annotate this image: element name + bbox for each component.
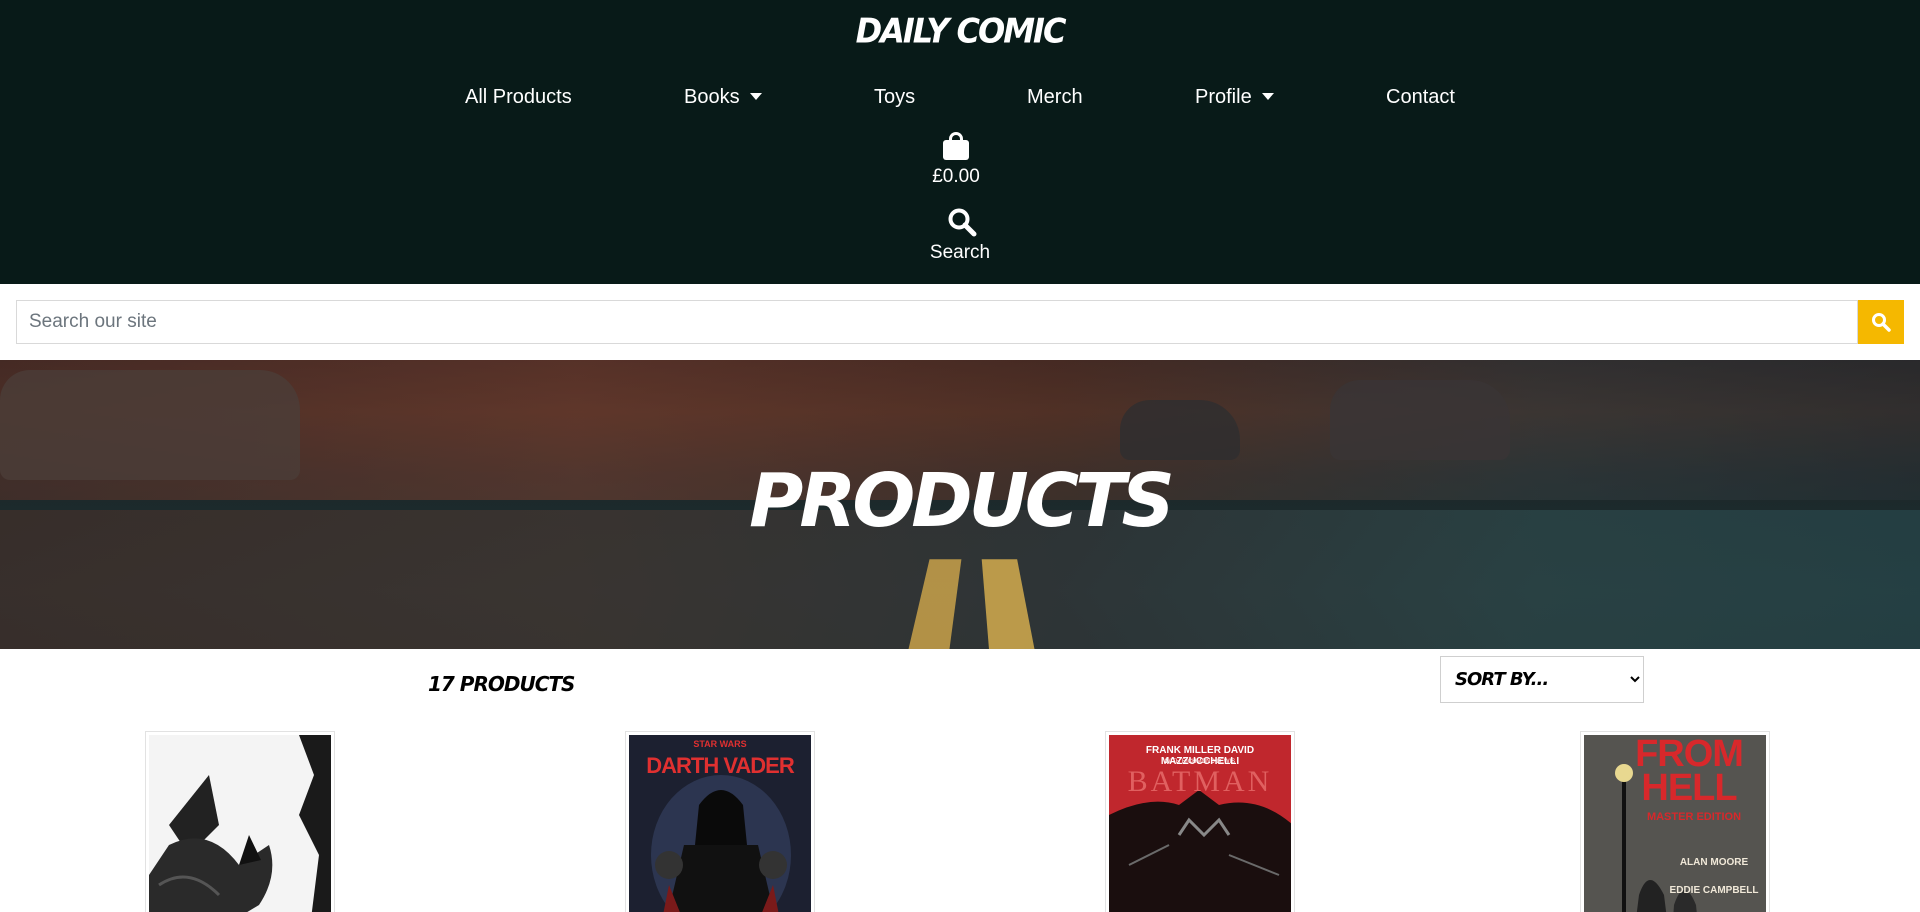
sort-select[interactable]: SORT BY...: [1440, 656, 1644, 703]
product-image[interactable]: [149, 735, 331, 912]
nav-item-toys[interactable]: Toys: [874, 86, 915, 109]
product-image[interactable]: FRANK MILLER DAVID MAZZUCCHELLI WITH RIC…: [1109, 735, 1291, 912]
cover-text-main: ALAN MOORE: [1679, 857, 1749, 868]
cover-text-extra: EDDIE CAMPBELL: [1669, 885, 1759, 896]
nav-item-merch[interactable]: Merch: [1027, 86, 1083, 109]
hero-banner: PRODUCTS: [0, 360, 1920, 649]
main-nav: All Products Books Toys Merch Profile Co…: [0, 86, 1920, 116]
nav-item-all-products[interactable]: All Products: [465, 86, 572, 109]
site-header: DAILY COMIC All Products Books Toys Merc…: [0, 0, 1920, 284]
cover-text-main: DARTH VADER: [646, 753, 794, 778]
nav-label: Profile: [1195, 86, 1252, 108]
search-toggle-button[interactable]: Search: [925, 204, 995, 266]
cover-text-sub: MASTER EDITION: [1646, 811, 1742, 823]
nav-item-profile[interactable]: Profile: [1195, 86, 1274, 109]
product-card[interactable]: FRANK MILLER DAVID MAZZUCCHELLI WITH RIC…: [1105, 731, 1295, 912]
search-icon: [1872, 313, 1891, 332]
nav-label: Toys: [874, 86, 916, 108]
bag-total[interactable]: £0.00: [0, 166, 1912, 188]
product-image[interactable]: STAR WARS DARTH VADER: [629, 735, 811, 912]
cover-text-top: STAR WARS: [693, 739, 747, 749]
nav-label: All Products: [465, 86, 572, 108]
brand-logo[interactable]: DAILY COMIC: [0, 11, 1920, 51]
car-silhouette: [1120, 400, 1240, 460]
nav-label: Contact: [1386, 86, 1455, 108]
car-silhouette: [1330, 380, 1510, 460]
product-card[interactable]: FROM HELL MASTER EDITION ALAN MOORE EDDI…: [1580, 731, 1770, 912]
cover-text-top: FROM HELL: [1635, 735, 1744, 809]
page-title: PRODUCTS: [749, 458, 1175, 544]
nav-label: Merch: [1027, 86, 1083, 108]
search-input[interactable]: [16, 300, 1858, 344]
search-submit-button[interactable]: [1858, 300, 1904, 344]
caret-down-icon: [749, 93, 762, 100]
cover-text-main: BATMAN: [1127, 765, 1273, 798]
batman-cover-art: [149, 735, 331, 912]
product-card[interactable]: [145, 731, 335, 912]
nav-item-contact[interactable]: Contact: [1386, 86, 1455, 109]
product-image[interactable]: FROM HELL MASTER EDITION ALAN MOORE EDDI…: [1584, 735, 1766, 912]
shopping-bag-icon[interactable]: [941, 132, 971, 160]
product-count: 17 PRODUCTS: [428, 672, 575, 696]
search-label: Search: [929, 242, 991, 263]
product-card[interactable]: STAR WARS DARTH VADER: [625, 731, 815, 912]
nav-item-books[interactable]: Books: [684, 86, 762, 109]
search-icon: [948, 208, 977, 237]
search-bar: [16, 300, 1904, 344]
caret-down-icon: [1261, 93, 1274, 100]
nav-label: Books: [684, 86, 740, 108]
